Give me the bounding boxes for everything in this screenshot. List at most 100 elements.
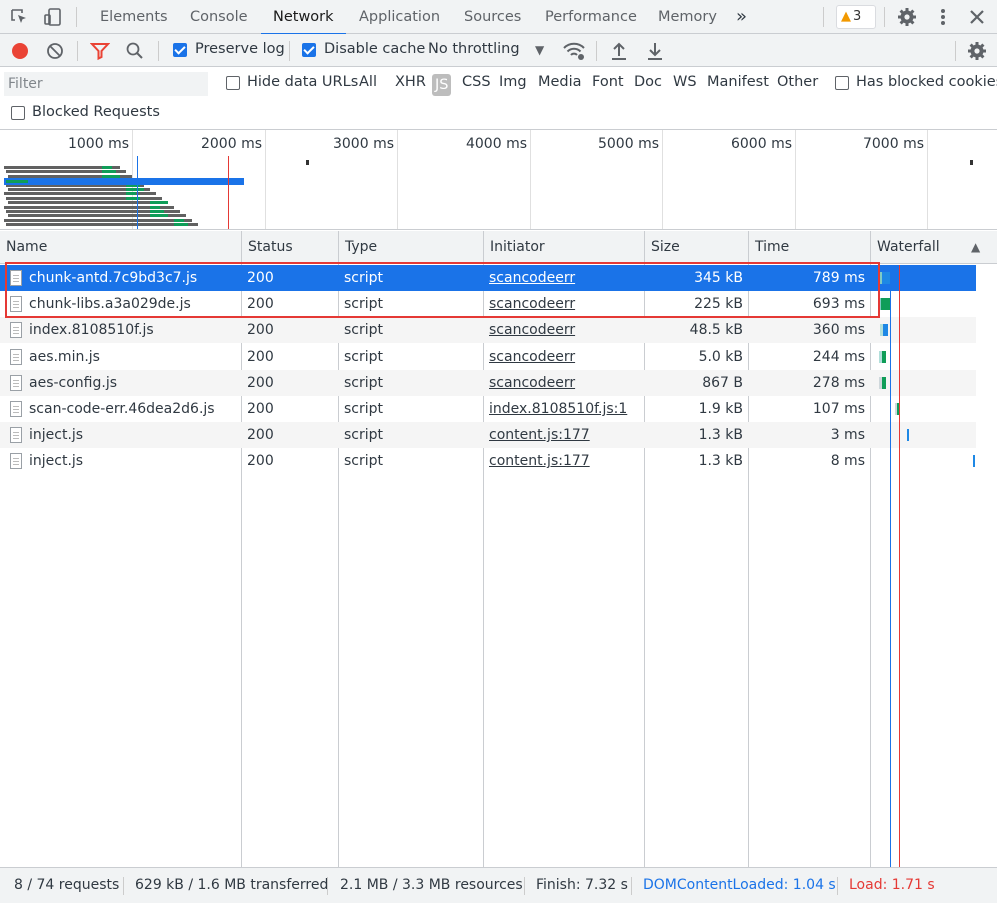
- table-row[interactable]: scan-code-err.46dea2d6.js 200 script index.…: [0, 396, 976, 422]
- hide-data-urls-checkbox[interactable]: [226, 76, 240, 90]
- filter-type-manifest[interactable]: Manifest: [707, 74, 769, 90]
- filter-type-media[interactable]: Media: [538, 74, 582, 90]
- network-settings-gear-icon[interactable]: [966, 40, 988, 66]
- tab-sources[interactable]: Sources: [464, 0, 521, 34]
- warning-icon: ▲: [841, 9, 851, 24]
- filter-type-css[interactable]: CSS: [462, 74, 491, 90]
- blocked-requests-label: Blocked Requests: [32, 104, 160, 120]
- filter-type-font[interactable]: Font: [592, 74, 624, 90]
- request-status: 200: [247, 401, 274, 417]
- request-initiator[interactable]: content.js:177: [489, 448, 641, 474]
- request-size: 345 kB: [694, 270, 743, 286]
- request-time: 278 ms: [812, 374, 865, 391]
- filter-input[interactable]: [4, 72, 208, 96]
- column-header-size[interactable]: Size: [645, 231, 749, 264]
- table-row[interactable]: inject.js 200 script content.js:177 1.3 kB 8 …: [0, 448, 976, 474]
- table-row[interactable]: index.8108510f.js 200 script scancodeerr 48.…: [0, 317, 976, 344]
- request-initiator[interactable]: index.8108510f.js:1: [489, 396, 641, 422]
- close-icon[interactable]: [966, 6, 988, 28]
- request-name[interactable]: index.8108510f.js: [29, 317, 237, 343]
- divider: [955, 41, 956, 61]
- request-name[interactable]: inject.js: [29, 448, 237, 474]
- tab-performance[interactable]: Performance: [545, 0, 637, 34]
- column-header-initiator[interactable]: Initiator: [484, 231, 645, 264]
- blocked-requests-checkbox[interactable]: [11, 106, 25, 120]
- request-time: 107 ms: [812, 401, 865, 417]
- column-header-status[interactable]: Status: [242, 231, 339, 264]
- more-options-icon[interactable]: [932, 6, 954, 28]
- overview-gridline: [397, 130, 398, 229]
- settings-gear-icon[interactable]: [896, 6, 918, 28]
- preserve-log-label: Preserve log: [195, 41, 285, 57]
- filter-type-ws[interactable]: WS: [673, 74, 697, 90]
- load-time: Load: 1.71 s: [849, 877, 935, 893]
- disable-cache-label: Disable cache: [324, 41, 426, 57]
- network-conditions-icon[interactable]: [562, 40, 586, 66]
- tab-network[interactable]: Network: [261, 0, 346, 35]
- record-icon[interactable]: [10, 41, 30, 65]
- tab-memory[interactable]: Memory: [658, 0, 717, 34]
- table-row[interactable]: aes-config.js 200 script scancodeerr 867 B 27…: [0, 369, 976, 396]
- request-time: 360 ms: [812, 322, 865, 339]
- request-name[interactable]: chunk-antd.7c9bd3c7.js: [29, 265, 237, 291]
- column-header-time[interactable]: Time: [749, 231, 871, 264]
- inspect-element-icon[interactable]: [8, 6, 30, 28]
- has-blocked-cookies-checkbox[interactable]: [835, 76, 849, 90]
- filter-funnel-icon[interactable]: [89, 41, 111, 65]
- clear-icon[interactable]: [45, 41, 65, 65]
- search-icon[interactable]: [125, 41, 145, 65]
- request-name[interactable]: inject.js: [29, 422, 237, 448]
- waterfall-bar: [882, 350, 886, 363]
- request-initiator[interactable]: scancodeerr: [489, 317, 641, 343]
- filter-type-img[interactable]: Img: [499, 74, 527, 90]
- request-initiator[interactable]: scancodeerr: [489, 291, 641, 317]
- table-row[interactable]: inject.js 200 script content.js:177 1.3 kB 3 …: [0, 422, 976, 449]
- request-initiator[interactable]: scancodeerr: [489, 265, 641, 291]
- divider: [524, 877, 525, 895]
- throttling-select[interactable]: No throttling: [428, 41, 520, 57]
- filter-type-js[interactable]: JS: [432, 74, 452, 96]
- overview-gridline: [662, 130, 663, 229]
- request-initiator[interactable]: scancodeerr: [489, 344, 641, 370]
- request-name[interactable]: aes.min.js: [29, 344, 237, 370]
- column-header-name[interactable]: Name: [0, 231, 242, 264]
- preserve-log-checkbox[interactable]: [173, 43, 187, 57]
- tab-elements[interactable]: Elements: [100, 0, 168, 34]
- request-name[interactable]: scan-code-err.46dea2d6.js: [29, 396, 237, 422]
- filter-type-other[interactable]: Other: [777, 74, 818, 90]
- tab-application[interactable]: Application: [359, 0, 440, 34]
- warnings-badge[interactable]: ▲ 3: [836, 5, 876, 29]
- divider: [884, 7, 885, 27]
- network-toolbar: Preserve log Disable cache No throttling…: [0, 34, 997, 67]
- overview-request-bar: [174, 218, 184, 222]
- table-row[interactable]: aes.min.js 200 script scancodeerr 5.0 kB 244 …: [0, 344, 976, 370]
- request-name[interactable]: chunk-libs.a3a029de.js: [29, 291, 237, 317]
- disable-cache-checkbox[interactable]: [302, 43, 316, 57]
- request-initiator[interactable]: content.js:177: [489, 422, 641, 448]
- import-har-icon[interactable]: [609, 40, 629, 66]
- devtools-tab-bar: Elements Console Network Application Sou…: [0, 0, 997, 35]
- filter-type-xhr[interactable]: XHR: [395, 74, 426, 90]
- filter-type-doc[interactable]: Doc: [634, 74, 662, 90]
- requests-count: 8 / 74 requests: [14, 877, 120, 893]
- column-header-type[interactable]: Type: [339, 231, 484, 264]
- requests-table-body: chunk-antd.7c9bd3c7.js 200 script scancodee…: [0, 265, 997, 867]
- dropdown-arrow-icon[interactable]: ▼: [535, 43, 544, 57]
- export-har-icon[interactable]: [645, 40, 665, 66]
- script-file-icon: [10, 427, 22, 444]
- request-time: 8 ms: [830, 453, 865, 470]
- device-toolbar-icon[interactable]: [42, 6, 64, 28]
- table-row[interactable]: chunk-libs.a3a029de.js 200 script scancodee…: [0, 291, 976, 317]
- request-status: 200: [247, 322, 274, 339]
- request-initiator[interactable]: scancodeerr: [489, 370, 641, 396]
- tab-console[interactable]: Console: [190, 0, 248, 34]
- request-name[interactable]: aes-config.js: [29, 370, 237, 396]
- table-row[interactable]: chunk-antd.7c9bd3c7.js 200 script scancodee…: [0, 265, 976, 291]
- overview-timeline[interactable]: 1000 ms 2000 ms 3000 ms 4000 ms 5000 ms …: [0, 130, 997, 230]
- overview-tick-label: 2000 ms: [200, 136, 262, 152]
- double-chevron-right-icon[interactable]: »: [736, 0, 747, 34]
- request-status: 200: [247, 453, 274, 470]
- filter-type-all[interactable]: All: [359, 74, 377, 90]
- sort-ascending-icon[interactable]: ▲: [971, 240, 980, 254]
- overview-tick-label: 1000 ms: [67, 136, 129, 152]
